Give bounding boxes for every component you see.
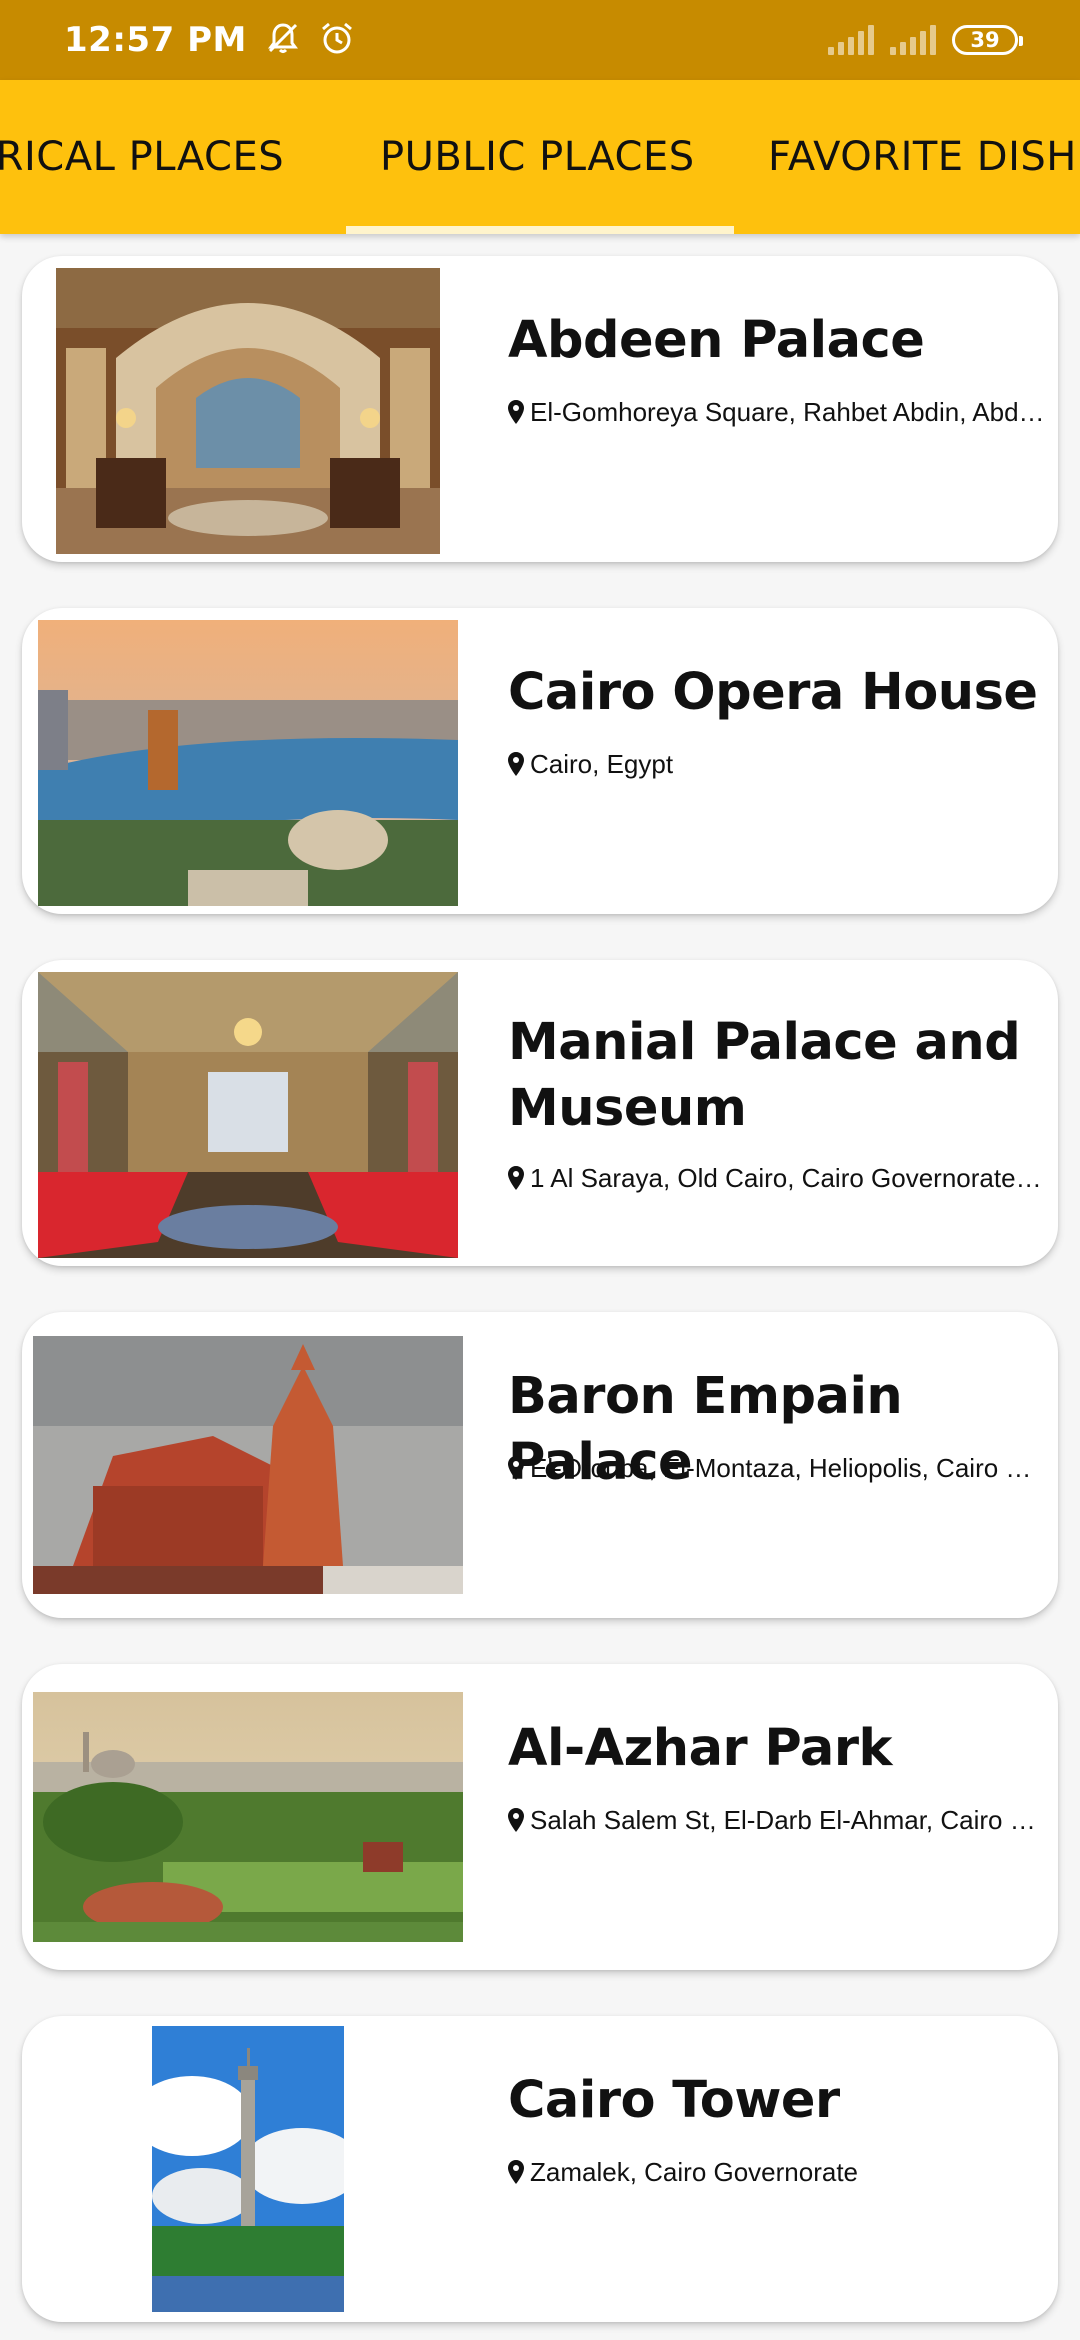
location-pin-icon	[508, 1456, 524, 1480]
place-name: Cairo Tower	[508, 2071, 840, 2130]
mute-notifications-icon	[265, 20, 301, 61]
place-card-cairo-opera-house[interactable]: Cairo Opera House Cairo, Egypt	[22, 608, 1058, 914]
signal-icon	[828, 25, 874, 55]
tab-public-places[interactable]: PUBLIC PLACES	[380, 80, 695, 234]
place-card-cairo-tower[interactable]: Cairo Tower Zamalek, Cairo Governorate	[22, 2016, 1058, 2322]
status-right: 39	[828, 25, 1023, 55]
tab-indicator	[346, 226, 734, 234]
place-name: Al-Azhar Park	[508, 1719, 892, 1778]
location-pin-icon	[508, 752, 524, 776]
status-time: 12:57 PM	[64, 20, 247, 60]
place-location-text: Zamalek, Cairo Governorate	[530, 2156, 859, 2187]
location-pin-icon	[508, 2160, 524, 2184]
place-location-text: Salah Salem St, El-Darb El-Ahmar, Cairo …	[530, 1804, 1046, 1835]
place-card-baron-empain-palace[interactable]: Baron Empain Palace El-Orouba, El-Montaz…	[22, 1312, 1058, 1618]
place-location: Cairo, Egypt	[506, 746, 1046, 782]
signal-icon	[890, 25, 936, 55]
place-image	[38, 972, 458, 1258]
place-location: 1 Al Saraya, Old Cairo, Cairo Governorat…	[506, 1160, 1046, 1196]
place-card-al-azhar-park[interactable]: Al-Azhar Park Salah Salem St, El-Darb El…	[22, 1664, 1058, 1970]
place-image	[56, 268, 440, 554]
place-image	[152, 2026, 344, 2312]
tab-favorite-dishes[interactable]: FAVORITE DISHES	[768, 80, 1080, 234]
place-card-manial-palace[interactable]: Manial Palace and Museum 1 Al Saraya, Ol…	[22, 960, 1058, 1266]
place-name: Abdeen Palace	[508, 311, 925, 370]
place-image	[38, 620, 458, 906]
tab-historical-places[interactable]: HISTORICAL PLACES	[0, 80, 284, 234]
alarm-icon	[319, 20, 355, 61]
place-location-text: El-Gomhoreya Square, Rahbet Abdin, Abdee…	[530, 396, 1046, 427]
place-location: Salah Salem St, El-Darb El-Ahmar, Cairo …	[506, 1802, 1046, 1838]
location-pin-icon	[508, 1808, 524, 1832]
status-bar: 12:57 PM 39	[0, 0, 1080, 80]
status-left: 12:57 PM	[64, 20, 355, 61]
tab-bar: HISTORICAL PLACES PUBLIC PLACES FAVORITE…	[0, 80, 1080, 234]
battery-icon: 39	[952, 25, 1023, 55]
place-location-text: 1 Al Saraya, Old Cairo, Cairo Governorat…	[530, 1162, 1046, 1193]
place-name: Manial Palace and Museum	[508, 1013, 1021, 1138]
place-image	[33, 1336, 463, 1594]
place-location-text: El-Orouba, El-Montaza, Heliopolis, Cairo…	[530, 1452, 1046, 1483]
place-location: El-Orouba, El-Montaza, Heliopolis, Cairo…	[506, 1450, 1046, 1486]
place-card-abdeen-palace[interactable]: Abdeen Palace El-Gomhoreya Square, Rahbe…	[22, 256, 1058, 562]
location-pin-icon	[508, 400, 524, 424]
location-pin-icon	[508, 1166, 524, 1190]
place-location-text: Cairo, Egypt	[530, 748, 674, 779]
place-image	[33, 1692, 463, 1942]
battery-level: 39	[970, 28, 1000, 52]
place-location: Zamalek, Cairo Governorate	[506, 2154, 1046, 2190]
place-location: El-Gomhoreya Square, Rahbet Abdin, Abdee…	[506, 394, 1046, 430]
place-name: Cairo Opera House	[508, 663, 1038, 722]
